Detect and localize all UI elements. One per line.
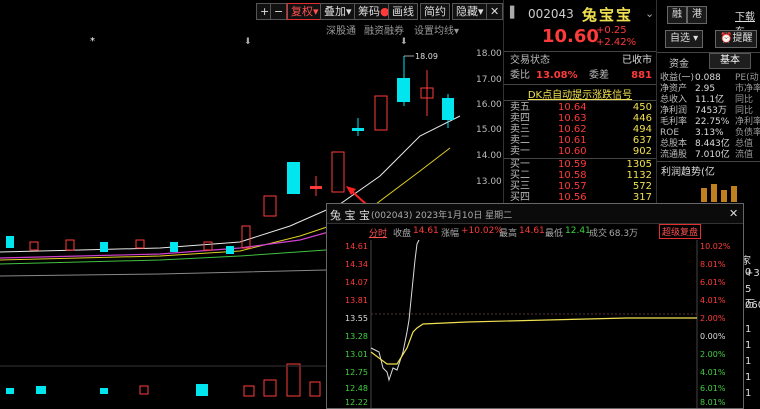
popup-pct-label: 0.00% xyxy=(700,332,726,341)
simple-button[interactable]: 简约 xyxy=(420,3,450,20)
popup-price-label: 14.34 xyxy=(345,260,368,269)
popup-price-label: 12.75 xyxy=(345,368,368,377)
stock-code: 002043 xyxy=(528,7,574,21)
ma-line-gray xyxy=(0,269,327,277)
chevron-down-icon[interactable]: ⌄ xyxy=(645,7,654,20)
price-axis-label: 14.00 xyxy=(476,151,502,161)
popup-price-label: 14.61 xyxy=(345,242,368,251)
popup-stock-name: 兔 宝 宝 xyxy=(330,209,370,222)
volume-bars xyxy=(6,363,321,397)
overlay-button[interactable]: 叠加▾ xyxy=(320,3,356,20)
margin-trading-label[interactable]: 融资融券 xyxy=(364,22,404,37)
price-line xyxy=(370,240,420,382)
popup-price-label: 13.28 xyxy=(345,332,368,341)
popup-price-label: 12.48 xyxy=(345,384,368,393)
popup-info-bar: 分时 收盘 14.61 涨幅 +10.02% 最高 14.61 最低 12.41 成交 6… xyxy=(327,224,743,240)
popup-pct-label: 4.01% xyxy=(700,296,726,305)
last-price: 10.60 xyxy=(542,26,599,47)
close-icon[interactable]: ✕ xyxy=(486,3,504,20)
intraday-chart[interactable] xyxy=(327,240,743,408)
popup-pct-label: 4.01% xyxy=(700,368,726,377)
trade-status-row: 交易状态 已收市 xyxy=(510,55,652,66)
tab-intraday[interactable]: 分时 xyxy=(369,226,387,239)
super-replay-button[interactable]: 超级复盘 xyxy=(659,224,702,239)
watchlist-button[interactable]: 自选 ▾ xyxy=(665,30,704,48)
partial-text: 1 xyxy=(745,324,752,335)
svg-text:*: * xyxy=(90,36,95,47)
price-change: +0.25 +2.42% xyxy=(596,25,637,48)
chart-toolbar: + − 复权▾ 叠加▾ 筹码● 画线 简约 隐藏▾ ✕ xyxy=(0,0,504,22)
svg-text:⬇: ⬇ xyxy=(244,37,252,47)
price-axis-label: 15.00 xyxy=(476,125,502,135)
draw-line-button[interactable]: 画线 xyxy=(388,3,418,20)
margin-tab[interactable]: 融 xyxy=(667,6,687,24)
price-axis-label: 16.00 xyxy=(476,100,502,110)
partial-text: 1 xyxy=(745,388,752,399)
restore-rights-button[interactable]: 复权▾ xyxy=(287,3,323,20)
popup-titlebar[interactable]: 兔 宝 宝 (002043) 2023年1月10日 星期二 ✕ xyxy=(327,204,743,224)
partial-text: 060 xyxy=(745,300,760,311)
signal-banner-link[interactable]: DK点自动提示涨跌信号 xyxy=(510,86,650,101)
price-axis-label: 17.00 xyxy=(476,75,502,85)
ratio-row: 委比 13.08% 委差 881 xyxy=(510,70,652,81)
ma-settings-label[interactable]: 设置均线▾ xyxy=(414,22,459,37)
fin-row: 流通股 7.010亿 流值 xyxy=(660,150,754,160)
popup-pct-label: 2.00% xyxy=(700,314,726,323)
basic-tab[interactable]: 基本 xyxy=(709,53,751,69)
alert-button[interactable]: ⏰提醒 xyxy=(715,30,758,48)
profit-trend-bars xyxy=(701,184,737,202)
menu-icon[interactable]: ▌ xyxy=(510,6,518,19)
popup-price-label: 13.01 xyxy=(345,350,368,359)
popup-pct-label: 8.01% xyxy=(700,398,726,407)
popup-pct-label: 10.02% xyxy=(700,242,731,251)
price-axis-label: 18.00 xyxy=(476,49,502,59)
popup-pct-label: 8.01% xyxy=(700,260,726,269)
svg-text:⬇: ⬇ xyxy=(400,37,408,47)
popup-pct-label: 2.00% xyxy=(700,350,726,359)
intraday-popup: 兔 宝 宝 (002043) 2023年1月10日 星期二 ✕ 分时 收盘 14.… xyxy=(326,203,744,409)
funds-tab[interactable]: 资金 xyxy=(669,55,689,70)
avg-price-line xyxy=(370,317,697,365)
popup-price-label: 12.22 xyxy=(345,398,368,407)
popup-price-label: 13.55 xyxy=(345,314,368,323)
profit-trend-label: 利润趋势(亿 xyxy=(661,167,715,178)
popup-meta: (002043) 2023年1月10日 星期二 xyxy=(371,211,513,221)
partial-text: 1 xyxy=(745,356,752,367)
hide-button[interactable]: 隐藏▾ xyxy=(452,3,488,20)
zoom-out-button[interactable]: − xyxy=(270,3,288,20)
shenzhen-connect-label[interactable]: 深股通 xyxy=(326,22,356,37)
price-axis-label: 13.00 xyxy=(476,177,502,187)
stock-name: 兔宝宝 xyxy=(582,6,634,24)
partial-text: +31 xyxy=(745,268,760,279)
ask-row[interactable]: 卖一 10.60 902 xyxy=(506,145,656,159)
popup-pct-label: 6.01% xyxy=(700,278,726,287)
peak-label: 18.09 xyxy=(415,52,438,61)
popup-pct-label: 6.01% xyxy=(700,384,726,393)
hk-tab[interactable]: 港 xyxy=(687,6,707,24)
partial-text: 1 xyxy=(745,372,752,383)
popup-close-icon[interactable]: ✕ xyxy=(729,207,738,220)
popup-price-label: 14.07 xyxy=(345,278,368,287)
partial-text: 1 xyxy=(745,340,752,351)
popup-price-label: 13.81 xyxy=(345,296,368,305)
